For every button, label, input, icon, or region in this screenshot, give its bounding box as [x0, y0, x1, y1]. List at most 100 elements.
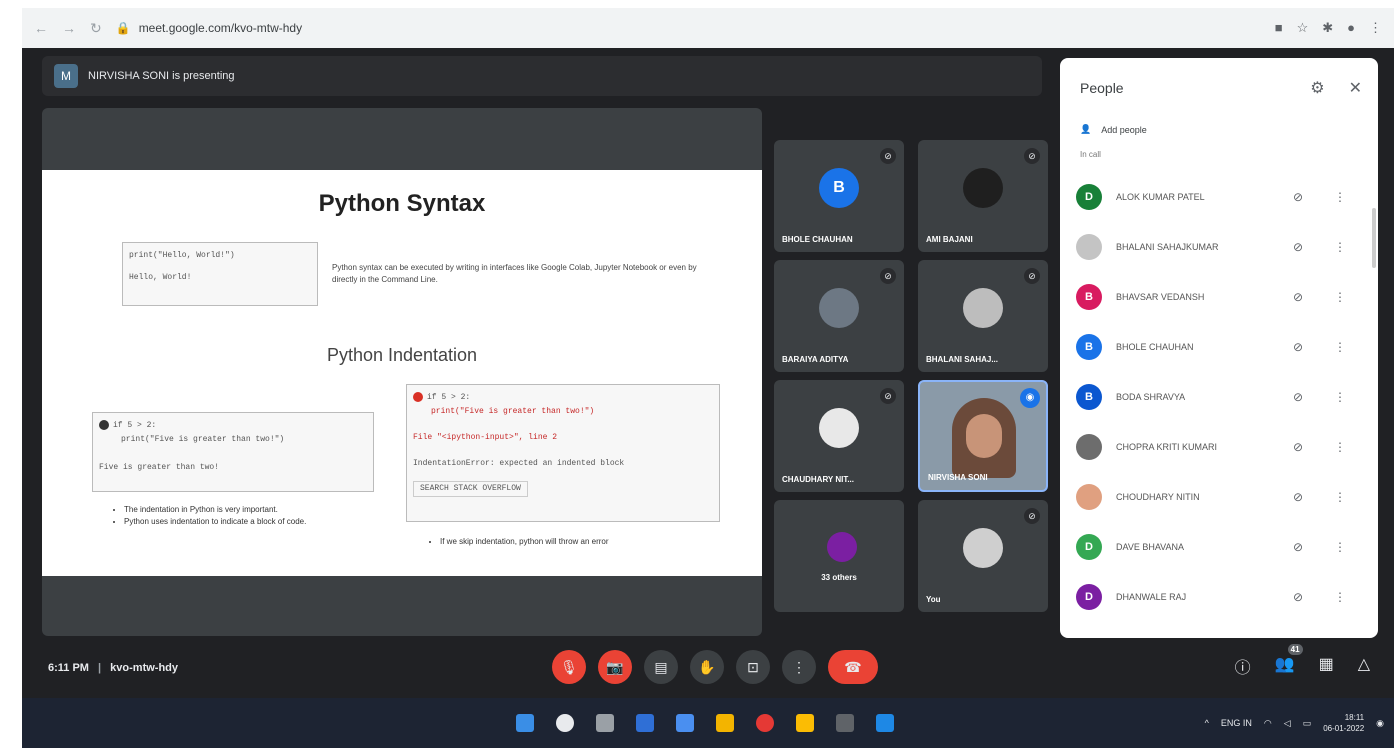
widgets-icon[interactable]: [636, 714, 654, 732]
participant-tile[interactable]: ⊘ BHALANI SAHAJ...: [918, 260, 1048, 372]
list-item[interactable]: B BHOLE CHAUHAN ⊘ ⋮: [1076, 322, 1366, 372]
mic-off-icon[interactable]: ⊘: [1288, 490, 1308, 504]
participant-name: NIRVISHA SONI: [928, 473, 988, 482]
participant-tile[interactable]: ⊘ AMI BAJANI: [918, 140, 1048, 252]
mic-off-icon[interactable]: ⊘: [1288, 590, 1308, 604]
mic-off-icon[interactable]: ⊘: [1288, 440, 1308, 454]
people-button[interactable]: 👥 41: [1275, 644, 1303, 678]
close-icon[interactable]: ✕: [1349, 78, 1362, 98]
browser-actions: ■ ☆ ✱ ● ⋮: [1275, 20, 1382, 36]
language-indicator[interactable]: ENG IN: [1221, 718, 1252, 728]
activities-icon[interactable]: △: [1358, 654, 1370, 678]
self-tile[interactable]: ⊘ You: [918, 500, 1048, 612]
participant-tile[interactable]: ⊘ B BHOLE CHAUHAN: [774, 140, 904, 252]
in-call-header: In call: [1080, 150, 1101, 159]
mic-off-icon[interactable]: ⊘: [1288, 540, 1308, 554]
more-options-icon[interactable]: ⋮: [1334, 590, 1346, 604]
participant-tile[interactable]: ⊘ BARAIYA ADITYA: [774, 260, 904, 372]
run-icon: [99, 419, 109, 430]
participant-name: BHOLE CHAUHAN: [782, 235, 853, 244]
mic-off-icon[interactable]: ⊘: [1288, 190, 1308, 204]
more-options-icon[interactable]: ⋮: [1334, 540, 1346, 554]
reload-icon[interactable]: ↻: [90, 20, 102, 37]
leave-call-button[interactable]: ☎: [828, 650, 878, 684]
more-options-icon[interactable]: ⋮: [1334, 390, 1346, 404]
mic-off-icon: ⊘: [880, 268, 896, 284]
chrome-icon[interactable]: [756, 714, 774, 732]
speaking-icon: ◉: [1020, 388, 1040, 408]
browser-toolbar: ← → ↻ 🔒 meet.google.com/kvo-mtw-hdy ■ ☆ …: [22, 8, 1394, 48]
avatar: [963, 288, 1003, 328]
participant-tile-active[interactable]: ◉ NIRVISHA SONI: [918, 380, 1048, 492]
profile-icon[interactable]: ●: [1347, 20, 1355, 36]
screen: ← → ↻ 🔒 meet.google.com/kvo-mtw-hdy ■ ☆ …: [0, 0, 1398, 748]
more-options-button[interactable]: ⋮: [782, 650, 816, 684]
list-item[interactable]: D ALOK KUMAR PATEL ⊘ ⋮: [1076, 172, 1366, 222]
meeting-info: 6:11 PM | kvo-mtw-hdy: [48, 662, 178, 674]
add-people-button[interactable]: 👤 Add people: [1080, 124, 1147, 135]
chat-icon[interactable]: ▦: [1319, 654, 1334, 678]
present-button[interactable]: ⊡: [736, 650, 770, 684]
star-icon[interactable]: ☆: [1297, 20, 1309, 36]
code-line: if 5 > 2:: [427, 393, 471, 402]
scrollbar[interactable]: [1372, 208, 1376, 268]
back-icon[interactable]: ←: [34, 20, 48, 36]
participant-name: CHAUDHARY NIT...: [782, 475, 855, 484]
list-item[interactable]: D DAVE BHAVANA ⊘ ⋮: [1076, 522, 1366, 572]
sticky-notes-icon[interactable]: [796, 714, 814, 732]
app-icon[interactable]: [876, 714, 894, 732]
file-explorer-icon[interactable]: [716, 714, 734, 732]
list-item[interactable]: CHOUDHARY NITIN ⊘ ⋮: [1076, 472, 1366, 522]
mic-off-icon: ⊘: [880, 388, 896, 404]
list-item[interactable]: CHOPRA KRITI KUMARI ⊘ ⋮: [1076, 422, 1366, 472]
more-options-icon[interactable]: ⋮: [1334, 490, 1346, 504]
chat-app-icon[interactable]: [676, 714, 694, 732]
others-tile[interactable]: 33 others: [774, 500, 904, 612]
avatar: D: [1076, 534, 1102, 560]
mic-off-icon[interactable]: ⊘: [1288, 290, 1308, 304]
mic-off-icon[interactable]: ⊘: [1288, 340, 1308, 354]
raise-hand-button[interactable]: ✋: [690, 650, 724, 684]
clock-time: 18:11: [1344, 713, 1365, 722]
manage-icon[interactable]: ⚙: [1310, 78, 1324, 98]
mic-off-icon[interactable]: ⊘: [1288, 240, 1308, 254]
address-bar[interactable]: 🔒 meet.google.com/kvo-mtw-hdy: [116, 21, 302, 35]
volume-icon[interactable]: ◁: [1284, 718, 1291, 729]
call-controls-bar: 6:11 PM | kvo-mtw-hdy 🎙 📷 ▤ ✋ ⊡ ⋮ ☎ ⓘ 👥 4…: [22, 640, 1394, 698]
list-item[interactable]: B BHAVSAR VEDANSH ⊘ ⋮: [1076, 272, 1366, 322]
list-item[interactable]: B BODA SHRAVYA ⊘ ⋮: [1076, 372, 1366, 422]
more-options-icon[interactable]: ⋮: [1334, 340, 1346, 354]
start-icon[interactable]: [516, 714, 534, 732]
battery-icon[interactable]: ▭: [1303, 718, 1312, 729]
avatar: [963, 168, 1003, 208]
participant-name: BARAIYA ADITYA: [782, 355, 849, 364]
panel-actions: ⚙ ✕: [1310, 78, 1362, 98]
wifi-icon[interactable]: ◠: [1264, 718, 1272, 729]
forward-icon[interactable]: →: [62, 20, 76, 36]
more-options-icon[interactable]: ⋮: [1334, 290, 1346, 304]
participant-tile[interactable]: ⊘ CHAUDHARY NIT...: [774, 380, 904, 492]
menu-icon[interactable]: ⋮: [1369, 20, 1382, 36]
captions-button[interactable]: ▤: [644, 650, 678, 684]
camera-icon[interactable]: ■: [1275, 20, 1283, 36]
avatar: [819, 408, 859, 448]
list-item[interactable]: BHALANI SAHAJKUMAR ⊘ ⋮: [1076, 222, 1366, 272]
avatar: B: [1076, 384, 1102, 410]
more-options-icon[interactable]: ⋮: [1334, 440, 1346, 454]
mic-off-icon[interactable]: ⊘: [1288, 390, 1308, 404]
more-options-icon[interactable]: ⋮: [1334, 240, 1346, 254]
more-options-icon[interactable]: ⋮: [1334, 190, 1346, 204]
notification-icon[interactable]: ◉: [1376, 718, 1384, 729]
settings-icon[interactable]: [836, 714, 854, 732]
avatar: [1076, 434, 1102, 460]
mic-off-button[interactable]: 🎙: [552, 650, 586, 684]
task-view-icon[interactable]: [596, 714, 614, 732]
participant-name: BODA SHRAVYA: [1116, 392, 1186, 402]
search-icon[interactable]: [556, 714, 574, 732]
extensions-icon[interactable]: ✱: [1322, 20, 1333, 36]
clock[interactable]: 18:11 06-01-2022: [1323, 712, 1364, 734]
chevron-up-icon[interactable]: ^: [1205, 718, 1209, 728]
info-icon[interactable]: ⓘ: [1235, 654, 1251, 678]
list-item[interactable]: D DHANWALE RAJ ⊘ ⋮: [1076, 572, 1366, 622]
camera-off-button[interactable]: 📷: [598, 650, 632, 684]
